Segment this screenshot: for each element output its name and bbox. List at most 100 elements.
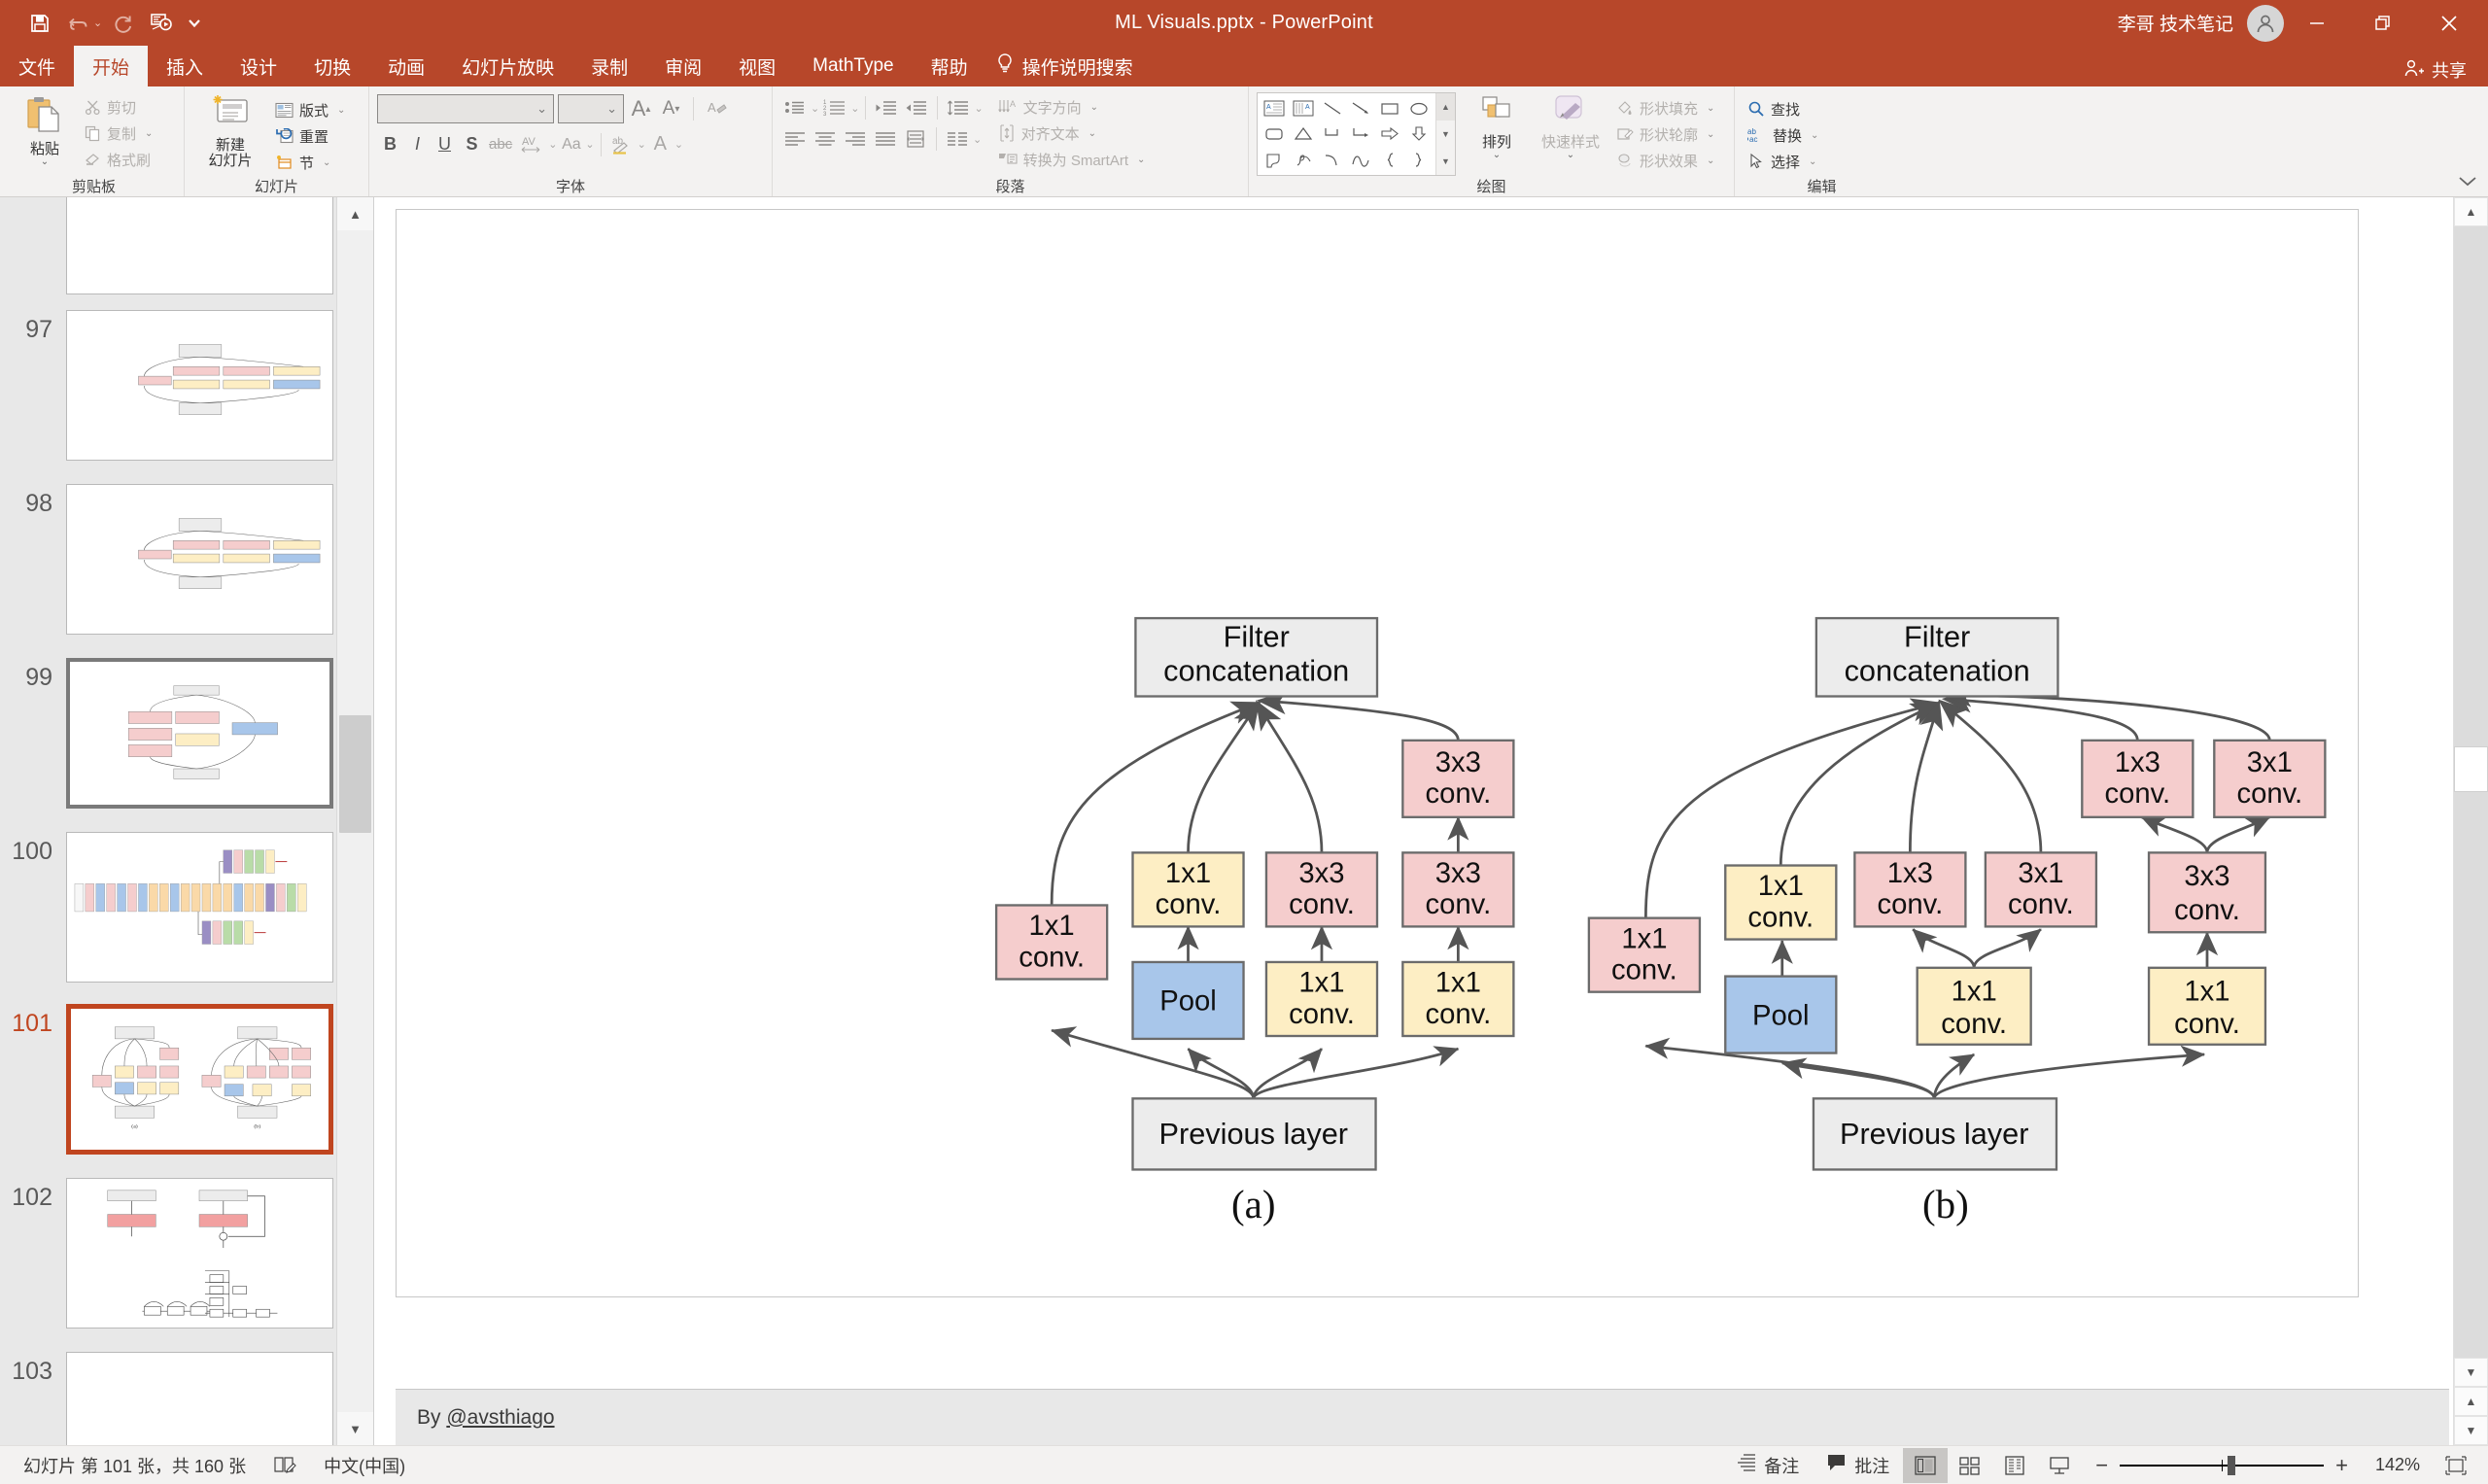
reset-button[interactable]: 重置 <box>270 123 350 149</box>
tab-transitions[interactable]: 切换 <box>295 46 369 86</box>
share-button[interactable]: 共享 <box>2403 57 2467 83</box>
shape-scribble-icon[interactable] <box>1289 147 1318 173</box>
columns-button[interactable] <box>943 125 972 153</box>
tab-record[interactable]: 录制 <box>572 46 646 86</box>
scroll-down-icon[interactable]: ▼ <box>2454 1358 2488 1387</box>
numbering-button[interactable]: 123 <box>820 94 849 121</box>
shape-vertical-textbox-icon[interactable]: A <box>1289 95 1318 121</box>
shapes-gallery-scrollbar[interactable]: ▲ ▼ ▼ <box>1435 93 1455 175</box>
font-name-input[interactable]: ⌄ <box>377 94 554 123</box>
chevron-down-icon[interactable]: ⌄ <box>41 156 49 167</box>
text-highlight-icon[interactable]: ab <box>607 130 637 158</box>
node-3x1-conv-mid-b[interactable]: 3x1 conv. <box>1984 851 2098 928</box>
align-text-button[interactable]: 对齐文本 ⌄ <box>993 121 1151 146</box>
shape-curve-icon[interactable] <box>1318 147 1347 173</box>
spell-check-icon[interactable] <box>259 1446 310 1484</box>
shape-down-arrow-icon[interactable] <box>1404 121 1434 148</box>
italic-button[interactable]: I <box>404 130 431 158</box>
node-filter-concatenation-b[interactable]: Filter concatenation <box>1814 616 2059 698</box>
chevron-down-icon[interactable]: ⌄ <box>145 128 153 139</box>
chevron-down-icon[interactable]: ⌄ <box>585 138 594 151</box>
distribute-button[interactable] <box>901 125 930 153</box>
replace-button[interactable]: ab ac 替换 ⌄ <box>1743 122 1823 148</box>
slide-thumbnail-list[interactable]: 97 98 99 100 101 (a) (b) 102 103 <box>0 197 336 1445</box>
chevron-down-icon[interactable]: ⌄ <box>811 102 819 115</box>
thumbnail-scrollbar[interactable]: ▲ ▼ <box>336 197 373 1445</box>
node-1x1-conv-pool-a[interactable]: 1x1 conv. <box>1131 851 1245 928</box>
fit-slide-to-window-button[interactable] <box>2434 1448 2478 1483</box>
tab-insert[interactable]: 插入 <box>148 46 222 86</box>
thumbnail-scroll-up-icon[interactable]: ▲ <box>337 197 373 230</box>
align-left-button[interactable] <box>780 125 810 153</box>
thumbnail-image[interactable] <box>66 484 333 635</box>
collapse-ribbon-icon[interactable] <box>2457 174 2478 190</box>
convert-to-smartart-button[interactable]: 转换为 SmartArt ⌄ <box>993 147 1151 172</box>
tab-mathtype[interactable]: MathType <box>794 46 912 86</box>
tab-help[interactable]: 帮助 <box>913 46 986 86</box>
strikethrough-button[interactable]: abc <box>486 130 515 158</box>
close-button[interactable] <box>2416 0 2482 46</box>
zoom-control[interactable]: − + 142% <box>2082 1453 2434 1478</box>
restore-button[interactable] <box>2350 0 2416 46</box>
list-item[interactable]: 97 <box>0 310 336 461</box>
node-1x3-conv-mid-b[interactable]: 1x3 conv. <box>1853 851 1967 928</box>
shape-elbow-connector-icon[interactable] <box>1318 121 1347 148</box>
copy-button[interactable]: 复制 ⌄ <box>80 121 157 146</box>
shape-textbox-icon[interactable]: A <box>1260 95 1289 121</box>
save-icon[interactable] <box>21 5 58 42</box>
slideshow-view-button[interactable] <box>2037 1448 2082 1483</box>
node-1x1-conv-right-b[interactable]: 1x1 conv. <box>2147 966 2267 1046</box>
node-1x1-conv-left-a[interactable]: 1x1 conv. <box>994 904 1109 981</box>
shapes-gallery[interactable]: A A ▲ ▼ ▼ <box>1257 92 1456 176</box>
scroll-handle[interactable] <box>2454 746 2488 792</box>
chevron-down-icon[interactable]: ⌄ <box>1567 150 1574 160</box>
list-item[interactable]: 100 <box>0 832 336 983</box>
chevron-down-icon[interactable]: ⌄ <box>548 138 557 151</box>
comments-button[interactable]: 批注 <box>1813 1446 1903 1484</box>
chevron-down-icon[interactable]: ⌄ <box>1811 130 1818 141</box>
list-item[interactable]: 98 <box>0 484 336 635</box>
chevron-down-icon[interactable]: ⌄ <box>1088 128 1096 139</box>
increase-indent-button[interactable] <box>902 94 931 121</box>
node-3x1-conv-top-b[interactable]: 3x1 conv. <box>2213 739 2327 818</box>
undo-icon[interactable] <box>60 5 97 42</box>
align-center-button[interactable] <box>811 125 840 153</box>
tab-view[interactable]: 视图 <box>720 46 794 86</box>
list-item[interactable]: 99 <box>0 658 336 809</box>
shape-rounded-rectangle-icon[interactable] <box>1260 121 1289 148</box>
decrease-indent-button[interactable] <box>872 94 901 121</box>
node-1x1-conv-c-a[interactable]: 1x1 conv. <box>1401 960 1515 1038</box>
increase-font-size-button[interactable]: A ▴ <box>628 95 654 123</box>
shape-outline-button[interactable]: 形状轮廓 ⌄ <box>1611 121 1719 147</box>
thumbnail-image[interactable] <box>66 832 333 983</box>
list-item[interactable]: 101 (a) (b) <box>0 1004 336 1155</box>
slide-canvas[interactable]: Filter concatenation 1x1 conv. 1x1 conv. <box>396 209 2359 1297</box>
node-previous-layer-b[interactable]: Previous layer <box>1812 1097 2058 1171</box>
slide-vertical-scrollbar[interactable]: ▲ ▼ ▲ ▼ <box>2453 197 2488 1445</box>
start-slideshow-icon[interactable] <box>143 5 180 42</box>
node-pool-a[interactable]: Pool <box>1131 960 1245 1041</box>
text-direction-button[interactable]: A 文字方向 ⌄ <box>993 94 1151 120</box>
list-item[interactable] <box>0 197 336 294</box>
chevron-down-icon[interactable]: ⌄ <box>638 138 646 151</box>
node-pool-b[interactable]: Pool <box>1724 975 1838 1054</box>
node-3x3-conv-right-a[interactable]: 3x3 conv. <box>1401 851 1515 928</box>
thumbnail-image-current[interactable]: (a) (b) <box>66 1004 333 1155</box>
arrange-button[interactable]: 排列 ⌄ <box>1464 92 1530 160</box>
node-3x3-conv-right-b[interactable]: 3x3 conv. <box>2147 851 2267 934</box>
thumbnail-scroll-down-icon[interactable]: ▼ <box>337 1412 373 1445</box>
shape-triangle-icon[interactable] <box>1289 121 1318 148</box>
tab-file[interactable]: 文件 <box>0 46 74 86</box>
chevron-down-icon[interactable]: ⌄ <box>850 102 859 115</box>
thumbnail-image[interactable] <box>66 310 333 461</box>
next-slide-icon[interactable]: ▼ <box>2454 1416 2488 1445</box>
chevron-down-icon[interactable]: ⌄ <box>1493 150 1501 160</box>
node-1x1-conv-left-b[interactable]: 1x1 conv. <box>1587 916 1702 993</box>
language-indicator[interactable]: 中文(中国) <box>310 1446 419 1484</box>
thumbnail-image[interactable] <box>66 1352 333 1445</box>
node-1x1-conv-mid-b[interactable]: 1x1 conv. <box>1916 966 2032 1046</box>
slide-indicator[interactable]: 幻灯片 第 101 张，共 160 张 <box>10 1446 259 1484</box>
tab-design[interactable]: 设计 <box>222 46 295 86</box>
tab-home[interactable]: 开始 <box>74 46 149 86</box>
undo-dropdown-icon[interactable]: ⌄ <box>93 17 102 29</box>
